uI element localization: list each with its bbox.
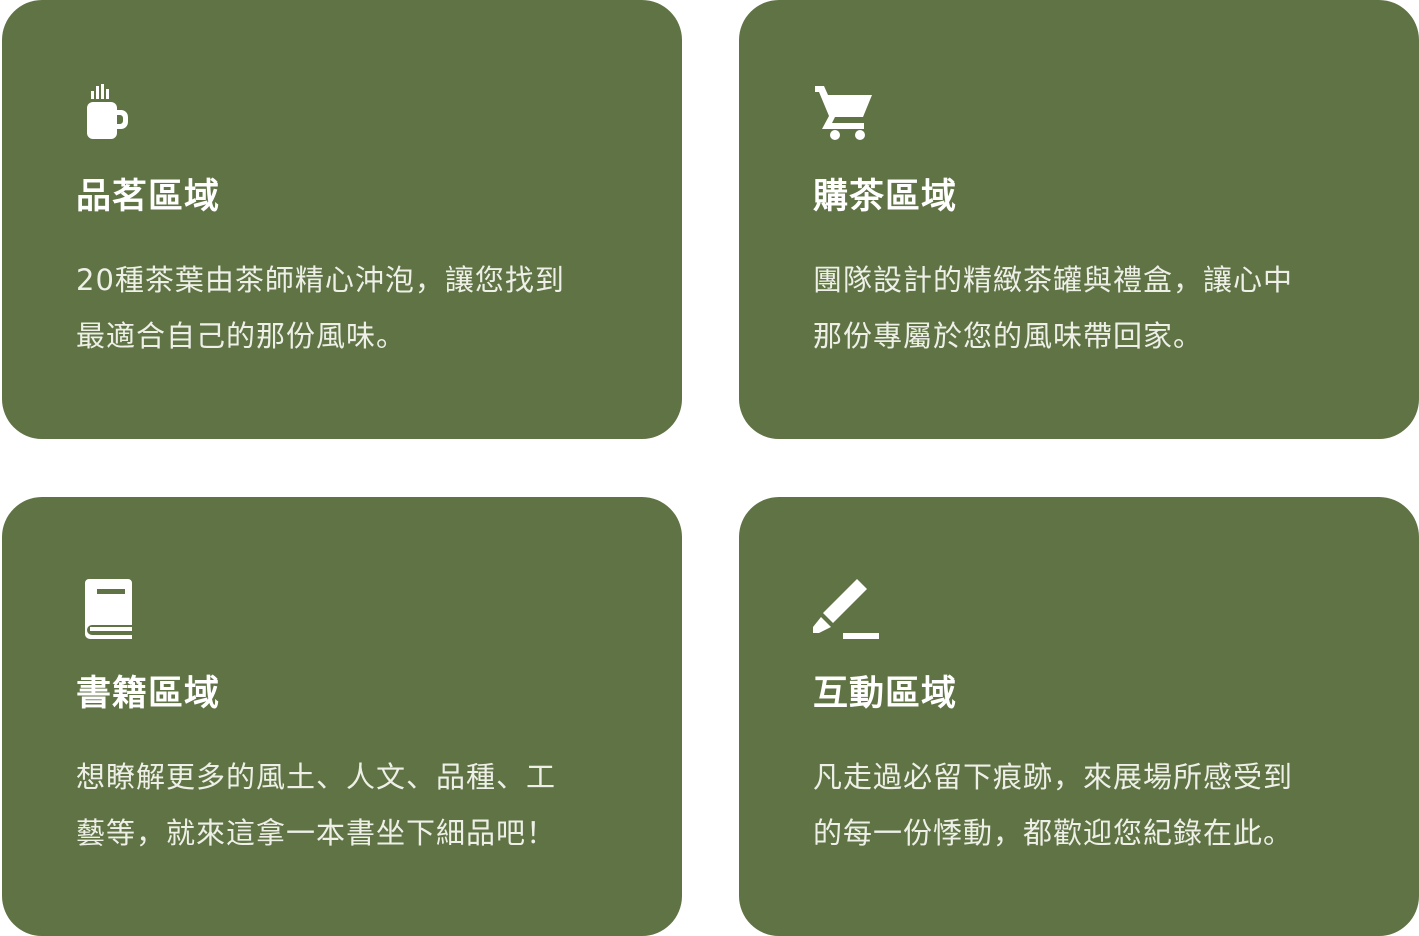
card-description-line: 20種茶葉由茶師精心沖泡，讓您找到 [76,263,565,297]
shopping-cart-icon [813,80,885,146]
book-icon [76,577,148,643]
card-title: 購茶區域 [813,177,958,217]
interaction-card[interactable]: 互動區域 凡走過必留下痕跡，來展場所感受到 的每一份悸動，都歡迎您紀錄在此。 [739,497,1419,936]
card-description-line: 最適合自己的那份風味。 [76,319,407,353]
pencil-icon [813,577,885,643]
card-title: 品茗區域 [76,177,221,217]
tea-shopping-card[interactable]: 購茶區域 團隊設計的精緻茶罐與禮盒，讓心中 那份專屬於您的風味帶回家。 [739,0,1419,439]
card-title: 書籍區域 [76,674,221,714]
card-description-line: 的每一份悸動，都歡迎您紀錄在此。 [813,816,1294,850]
card-description-line: 凡走過必留下痕跡，來展場所感受到 [813,760,1294,794]
card-description: 團隊設計的精緻茶罐與禮盒，讓心中 那份專屬於您的風味帶回家。 [813,252,1373,364]
card-title: 互動區域 [813,674,958,714]
card-description-line: 那份專屬於您的風味帶回家。 [813,319,1204,353]
card-description-line: 想瞭解更多的風土、人文、品種、工 [76,760,557,794]
tea-tasting-card[interactable]: 品茗區域 20種茶葉由茶師精心沖泡，讓您找到 最適合自己的那份風味。 [2,0,682,439]
books-card[interactable]: 書籍區域 想瞭解更多的風土、人文、品種、工 藝等，就來這拿一本書坐下細品吧！ [2,497,682,936]
tea-mug-icon [76,80,148,146]
card-description: 想瞭解更多的風土、人文、品種、工 藝等，就來這拿一本書坐下細品吧！ [76,749,636,861]
card-description-line: 團隊設計的精緻茶罐與禮盒，讓心中 [813,263,1294,297]
card-description: 20種茶葉由茶師精心沖泡，讓您找到 最適合自己的那份風味。 [76,252,636,364]
card-description-line: 藝等，就來這拿一本書坐下細品吧！ [76,816,557,850]
card-description: 凡走過必留下痕跡，來展場所感受到 的每一份悸動，都歡迎您紀錄在此。 [813,749,1373,861]
